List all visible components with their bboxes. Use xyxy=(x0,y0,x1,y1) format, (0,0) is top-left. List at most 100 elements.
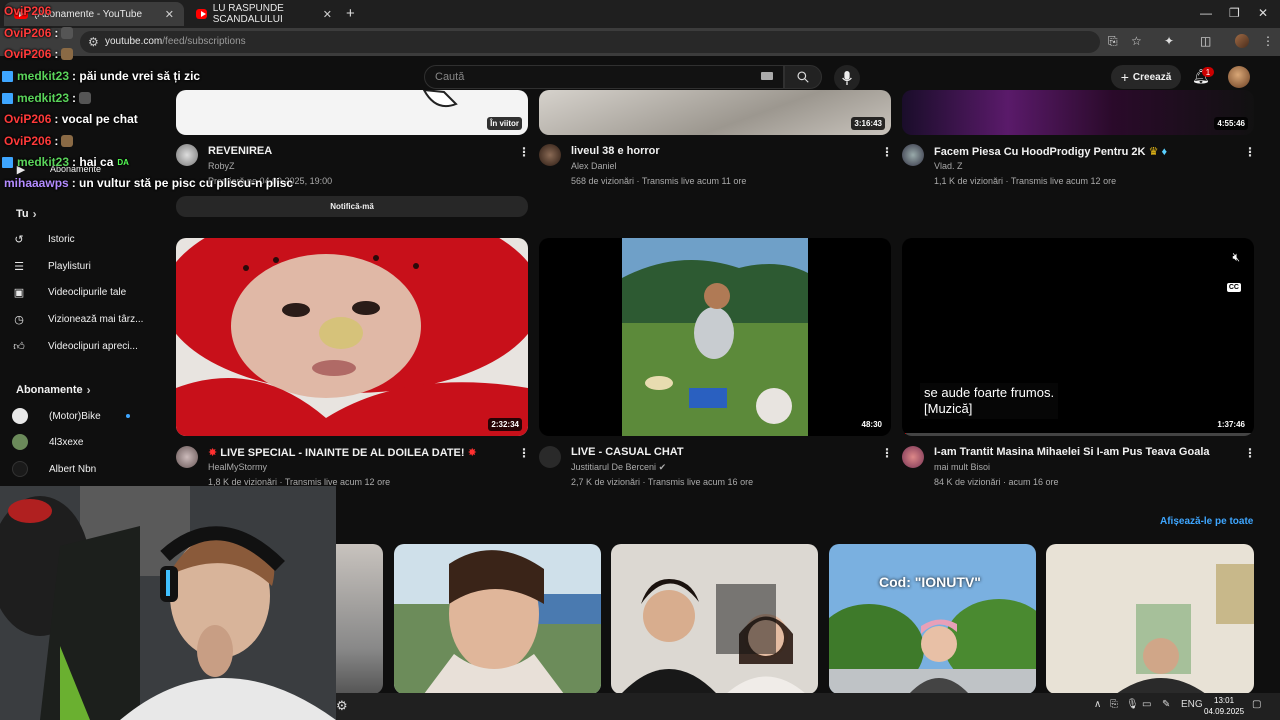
video-player-preview[interactable]: 🔇︎ CC se aude foarte frumos. [Muzică] 1:… xyxy=(902,238,1254,436)
more-options-icon[interactable]: ⋮ xyxy=(518,145,530,159)
profile-switch-icon[interactable]: ◫ xyxy=(1200,34,1211,48)
channel-avatar[interactable] xyxy=(902,144,924,166)
voice-search-button[interactable] xyxy=(834,65,860,91)
short-thumbnail[interactable] xyxy=(1046,544,1254,694)
video-title[interactable]: REVENIREA xyxy=(208,145,272,157)
sidebar-item-history[interactable]: ↺ Istoric xyxy=(10,228,150,250)
video-title[interactable]: ✸ LIVE SPECIAL - INAINTE DE AL DOILEA DA… xyxy=(208,446,477,459)
close-tab-icon[interactable]: ✕ xyxy=(323,8,332,21)
channel-name[interactable]: Justitiarul De Berceni ✔ xyxy=(571,462,666,473)
sidebar-channel-albert-nbn[interactable]: Albert Nbn xyxy=(10,458,150,480)
pen-icon[interactable]: ✎ xyxy=(1162,699,1170,710)
sidebar-item-your-videos[interactable]: ▣ Videoclipurile tale xyxy=(10,281,150,303)
address-bar[interactable]: ⚙ youtube.com/feed/subscriptions xyxy=(80,31,1100,53)
tray-expand-icon[interactable]: ∧ xyxy=(1094,699,1101,710)
short-thumbnail[interactable]: Cod: "IONUTV" xyxy=(829,544,1036,694)
search-icon xyxy=(797,71,809,83)
notify-me-button[interactable]: Notifică-mă xyxy=(176,196,528,217)
channel-avatar[interactable] xyxy=(176,144,198,166)
video-title[interactable]: I-am Trantit Masina Mihaelei Si I-am Pus… xyxy=(934,446,1210,458)
channel-name[interactable]: Vlad. Z xyxy=(934,161,963,171)
channel-name[interactable]: HealMyStormy xyxy=(208,462,267,472)
url-path: /feed/subscriptions xyxy=(162,36,246,47)
sidebar-item-liked-videos[interactable]: 👍︎ Videoclipuri apreci... xyxy=(10,335,150,357)
channel-avatar[interactable] xyxy=(539,144,561,166)
sidebar-section-subscriptions[interactable]: Abonamente › xyxy=(16,383,91,397)
captions-icon[interactable]: CC xyxy=(1226,283,1241,292)
bookmark-star-icon[interactable]: ☆ xyxy=(1131,34,1142,48)
new-content-dot xyxy=(126,414,130,418)
display-icon[interactable]: ▭ xyxy=(1142,699,1151,710)
search-button[interactable] xyxy=(784,65,822,89)
progress-bar[interactable] xyxy=(902,433,1254,436)
video-meta: 1,1 K de vizionări · Transmis live acum … xyxy=(934,176,1117,186)
minimize-icon[interactable]: — xyxy=(1200,6,1212,20)
video-thumbnail[interactable]: 3:16:43 xyxy=(539,90,891,135)
channel-name[interactable]: mai mult Bisoi xyxy=(934,462,990,472)
show-all-link[interactable]: Afișează-le pe toate xyxy=(1160,516,1253,527)
thumbnail-art xyxy=(1116,564,1254,694)
account-avatar[interactable] xyxy=(1228,66,1250,88)
short-thumbnail[interactable] xyxy=(611,544,818,694)
video-duration: 48:30 xyxy=(858,418,885,431)
url-host: youtube.com xyxy=(105,36,163,47)
search-input[interactable]: Caută xyxy=(424,65,784,89)
chat-username: OviP206 xyxy=(4,134,52,148)
close-window-icon[interactable]: ✕ xyxy=(1258,6,1268,20)
channel-avatar[interactable] xyxy=(176,446,198,468)
install-app-icon[interactable]: ⎘ xyxy=(1108,34,1118,49)
create-button[interactable]: + Creează xyxy=(1111,65,1181,89)
browser-menu-icon[interactable]: ⋮ xyxy=(1262,34,1274,48)
channel-name[interactable]: Alex Daniel xyxy=(571,161,617,171)
system-clock[interactable]: 13:01 04.09.2025 xyxy=(1204,695,1244,717)
language-indicator[interactable]: ENG xyxy=(1181,699,1203,710)
short-thumbnail[interactable] xyxy=(394,544,601,694)
sidebar-item-label: Playlisturi xyxy=(48,260,91,272)
video-thumbnail[interactable]: În viitor xyxy=(176,90,528,135)
more-options-icon[interactable]: ⋮ xyxy=(518,446,530,460)
microphone-icon[interactable]: 🎙︎ xyxy=(1126,699,1139,710)
video-title[interactable]: Facem Piesa Cu HoodProdigy Pentru 2K ♛ ♦ xyxy=(934,145,1167,158)
chat-username: medkit23 xyxy=(17,69,70,83)
restore-icon[interactable]: ❐ xyxy=(1229,6,1240,20)
more-options-icon[interactable]: ⋮ xyxy=(1244,446,1256,460)
video-meta: 84 K de vizionări · acum 16 ore xyxy=(934,477,1059,487)
channel-name-text: Justitiarul De Berceni xyxy=(571,462,657,472)
short-overlay-text: Cod: "IONUTV" xyxy=(879,574,981,590)
sidebar-item-playlists[interactable]: ☰ Playlisturi xyxy=(10,255,150,277)
short-thumbnail[interactable] xyxy=(336,544,383,694)
video-thumbnail[interactable]: 48:30 xyxy=(539,238,891,436)
channel-avatar[interactable] xyxy=(539,446,561,468)
more-options-icon[interactable]: ⋮ xyxy=(1244,145,1256,159)
channel-avatar[interactable] xyxy=(902,446,924,468)
video-thumbnail[interactable]: 4:55:46 xyxy=(902,90,1254,135)
sidebar-section-you[interactable]: Tu › xyxy=(16,207,37,221)
tray-app-icon[interactable]: ⎘ xyxy=(1110,699,1118,710)
more-options-icon[interactable]: ⋮ xyxy=(881,145,893,159)
site-info-icon[interactable]: ⚙ xyxy=(88,35,99,49)
section-title: Tu xyxy=(16,208,29,220)
tab-video[interactable]: LU RASPUNDE SCANDALULUI ✕ xyxy=(186,2,342,26)
webcam-feed xyxy=(0,486,336,720)
watch-later-icon: ◷ xyxy=(14,313,24,326)
settings-icon[interactable]: ⚙ xyxy=(336,698,348,714)
close-tab-icon[interactable]: ✕ xyxy=(165,8,174,21)
create-label: Creează xyxy=(1132,71,1172,83)
chat-message: OviP206 : xyxy=(4,26,74,40)
extensions-icon[interactable]: ✦ xyxy=(1164,34,1174,48)
more-options-icon[interactable]: ⋮ xyxy=(881,446,893,460)
channel-name[interactable]: RobyZ xyxy=(208,161,235,171)
progress-fill xyxy=(902,433,906,436)
sidebar-channel-motorbike[interactable]: (Motor)Bike xyxy=(10,405,150,427)
mute-icon[interactable]: 🔇︎ xyxy=(1232,250,1240,265)
new-tab-icon[interactable]: + xyxy=(346,5,355,22)
sidebar-channel-4l3xexe[interactable]: 4l3xexe xyxy=(10,431,150,453)
sidebar-item-watch-later[interactable]: ◷ Vizionează mai târz... xyxy=(10,308,150,330)
notifications-icon[interactable]: ▢ xyxy=(1252,699,1261,710)
browser-profile-avatar[interactable] xyxy=(1235,34,1249,48)
video-title[interactable]: LIVE - CASUAL CHAT xyxy=(571,446,684,458)
verified-icon: ✔ xyxy=(658,462,667,472)
video-thumbnail[interactable]: 2:32:34 xyxy=(176,238,528,436)
keyboard-icon[interactable] xyxy=(761,72,773,80)
video-title[interactable]: liveul 38 e horror xyxy=(571,145,660,157)
